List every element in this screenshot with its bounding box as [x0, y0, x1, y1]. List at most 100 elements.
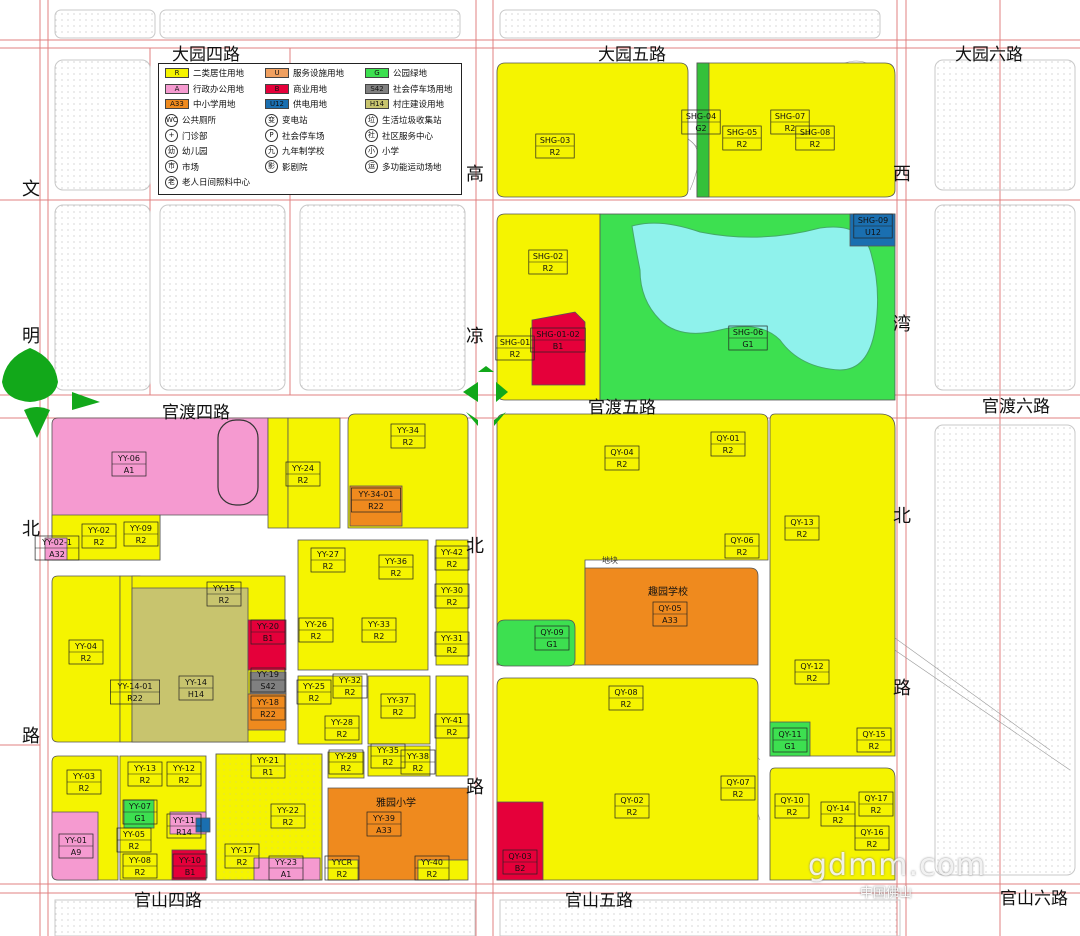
parcel-code: S42 — [260, 682, 275, 691]
parcel-id: SHG-09 — [858, 216, 888, 225]
parcel-id: YY-14 — [184, 678, 207, 687]
parcel-code: R2 — [447, 646, 458, 655]
legend-label: 九年制学校 — [282, 147, 325, 157]
road-gaoliang-1: 高 — [466, 164, 484, 185]
parcel-id: YY-34-01 — [358, 490, 394, 499]
parcel-id: YY-31 — [440, 634, 463, 643]
parcel-code: R2 — [94, 538, 105, 547]
legend-symbol-icon: P — [265, 129, 278, 142]
parcel-qy-13 — [769, 413, 896, 757]
parcel-id: SHG-06 — [733, 328, 763, 337]
parcel-id: SHG-02 — [533, 252, 563, 261]
parcel-id: QY-01 — [716, 434, 739, 443]
parcel-id: YY-02 — [87, 526, 110, 535]
parcel-id: YY-29 — [334, 752, 357, 761]
parcel-code: R2 — [447, 560, 458, 569]
road-guanshan6: 官山六路 — [1000, 889, 1068, 909]
parcel-id: YY-35 — [376, 746, 399, 755]
legend-label: 村庄建设用地 — [393, 100, 445, 110]
parcel-id: QY-08 — [614, 688, 637, 697]
parcel-id: YY-37 — [386, 696, 409, 705]
parcel-id: YY-33 — [367, 620, 390, 629]
parcel-id: QY-10 — [780, 796, 803, 805]
parcel-code: B1 — [185, 868, 196, 877]
parcel-code: R2 — [550, 148, 561, 157]
road-xiwan-3: 北 — [893, 506, 911, 527]
legend-label: 社区服务中心 — [382, 131, 434, 142]
parcel-id: YY-19 — [256, 670, 279, 679]
map-legend: R 二类居住用地 A 行政办公用地 A33 中小学用地 WC 公共厕所 + 门诊部幼幼儿园市市场老… — [158, 63, 462, 195]
legend-swatch: R — [165, 68, 189, 78]
parcel-id: QY-09 — [540, 628, 563, 637]
legend-label: 小学 — [382, 147, 400, 157]
legend-item: 影影剧院 — [265, 160, 308, 173]
parcel-code: R2 — [621, 700, 632, 709]
legend-symbol-icon: 市 — [165, 160, 178, 173]
land-use-map: SHG-03 R2 SHG-04 G2 SHG-05 R2 SHG-07 R2 SHG-08 R2… — [0, 0, 1080, 936]
legend-symbol-icon: 社 — [365, 129, 378, 142]
parcel-id: YY-12 — [172, 764, 195, 773]
parcel-id: YY-21 — [256, 756, 279, 765]
parcel-id: QY-16 — [860, 828, 883, 837]
legend-label: 二类居住用地 — [193, 69, 245, 79]
parcel-id: YY-20 — [256, 622, 279, 631]
parcel-code: R2 — [323, 562, 334, 571]
parcel-id: YY-38 — [406, 752, 429, 761]
parcel-code: R2 — [413, 764, 424, 773]
parcel-id: YY-14-01 — [117, 682, 153, 691]
parcel-code: R2 — [403, 438, 414, 447]
parcel-code: R22 — [368, 502, 384, 511]
parcel-code: G1 — [546, 640, 557, 649]
parcel-code: R2 — [627, 808, 638, 817]
legend-item: G 公园绿地 — [365, 67, 427, 79]
legend-symbol-icon: WC — [165, 113, 178, 127]
legend-label: 社会停车场用地 — [393, 84, 453, 95]
parcel-id: SHG-03 — [540, 136, 570, 145]
parcel-code: G1 — [784, 742, 795, 751]
legend-label: 行政办公用地 — [193, 84, 245, 95]
parcel-id: YYCR — [331, 858, 353, 867]
parcel-code: R2 — [869, 742, 880, 751]
parcel-code: G2 — [695, 124, 706, 133]
parcel-id: YY-25 — [302, 682, 325, 691]
legend-item: 垃生活垃圾收集站 — [365, 113, 442, 127]
parcel-code: R2 — [617, 460, 628, 469]
legend-item: + 门诊部 — [165, 129, 208, 142]
legend-label: 市场 — [182, 162, 200, 173]
parcel-id: YY-27 — [316, 550, 339, 559]
parcel-code: R2 — [129, 842, 140, 851]
parcel-id: YY-34 — [396, 426, 419, 435]
legend-symbol-icon: 小 — [365, 144, 378, 158]
parcel-code: R2 — [219, 596, 230, 605]
legend-swatch: B — [265, 83, 289, 94]
parcel-code: B1 — [553, 342, 564, 351]
parcel-id: YY-08 — [128, 856, 151, 865]
parcel-code: R2 — [337, 870, 348, 879]
parcel-code: B1 — [263, 634, 274, 643]
legend-item: P 社会停车场 — [265, 129, 325, 142]
legend-symbol-icon: 变 — [265, 113, 278, 127]
parcel-id: QY-15 — [862, 730, 885, 739]
parcel-id: QY-06 — [730, 536, 753, 545]
parcel-id: SHG-07 — [775, 112, 805, 121]
parcel-id: SHG-01-02 — [536, 330, 579, 339]
parcel-id: YY-22 — [276, 806, 299, 815]
parcel-code: G1 — [134, 814, 145, 823]
parcel-code: A32 — [49, 550, 65, 559]
parcel-id: YY-36 — [384, 557, 407, 566]
road-gaoliang-4: 路 — [466, 777, 484, 798]
parcel-code: R2 — [393, 708, 404, 717]
parcel-id: QY-11 — [778, 730, 801, 739]
legend-item: 社社区服务中心 — [365, 129, 433, 142]
legend-item: 老老人日间照料中心 — [165, 175, 250, 189]
legend-symbol-icon: 老 — [165, 175, 178, 189]
legend-label: 公共厕所 — [182, 116, 217, 126]
parcel-id: YY-13 — [133, 764, 156, 773]
legend-label: 门诊部 — [182, 131, 208, 142]
parcel-id: QY-14 — [826, 804, 849, 813]
parcel-code: B2 — [515, 864, 526, 873]
legend-symbol-icon: 九 — [265, 144, 278, 158]
legend-item: S42 社会停车场用地 — [365, 83, 453, 95]
parcel-code: R2 — [797, 530, 808, 539]
legend-label: 影剧院 — [282, 162, 308, 173]
